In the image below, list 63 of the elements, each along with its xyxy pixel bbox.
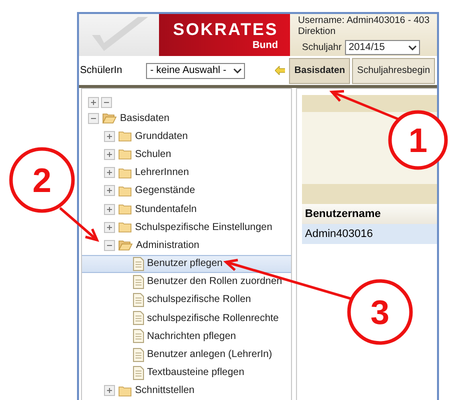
brand-title: SOKRATES <box>173 19 278 40</box>
folder-icon <box>118 166 132 179</box>
document-icon <box>133 256 144 271</box>
tree-item[interactable]: Benutzer den Rollen zuordnen <box>82 272 291 291</box>
document-icon <box>133 366 144 380</box>
tree-item[interactable]: schulspezifische Rollenrechte <box>82 309 291 328</box>
callout-marker: 2 <box>9 147 75 213</box>
tree-item[interactable]: schulspezifische Rollen <box>82 290 291 310</box>
expand-icon[interactable] <box>104 185 115 196</box>
tree-item[interactable]: Basisdaten <box>82 109 291 128</box>
tree-item[interactable]: Schulspezifische Einstellungen <box>82 218 291 236</box>
open-folder-icon <box>118 239 133 252</box>
expand-icon[interactable] <box>104 204 115 215</box>
username-text: Username: Admin403016 - 403 <box>298 15 430 26</box>
expand-all-icon[interactable] <box>88 96 99 108</box>
tree-item[interactable]: Nachrichten pflegen <box>82 327 291 346</box>
callout-arrow <box>59 207 100 242</box>
folder-icon <box>118 221 132 234</box>
folder-icon <box>118 130 132 142</box>
folder-icon <box>118 384 132 397</box>
role-text: Direktion <box>298 26 336 37</box>
expand-icon[interactable] <box>104 130 115 142</box>
chevron-down-icon <box>408 44 417 50</box>
brand-subtitle: Bund <box>251 40 278 51</box>
expand-icon[interactable] <box>104 222 115 233</box>
school-year-label: Schuljahr <box>302 42 342 53</box>
tree-item[interactable]: Grunddaten <box>82 127 291 146</box>
nav-tab[interactable]: Basisdaten <box>289 58 350 84</box>
expand-icon[interactable] <box>104 148 115 160</box>
student-select[interactable]: - keine Auswahl - <box>146 62 245 78</box>
folder-icon <box>118 184 132 197</box>
expand-icon[interactable] <box>104 385 115 396</box>
nav-tab[interactable]: Schuljahresbegin <box>352 58 435 84</box>
tree-item[interactable]: Benutzer anlegen (LehrerIn) <box>82 345 291 364</box>
document-icon <box>133 348 144 362</box>
document-icon <box>133 311 144 326</box>
document-icon <box>133 292 144 307</box>
callout-marker: 3 <box>347 279 413 345</box>
school-year-select[interactable]: 2014/15 <box>344 40 420 55</box>
folder-icon <box>118 203 132 216</box>
tree-item[interactable]: Schulen <box>82 145 291 164</box>
tree-item[interactable]: Administration <box>82 236 291 254</box>
tree-item[interactable]: Stundentafeln <box>82 200 291 218</box>
tree-item[interactable]: Benutzer pflegen <box>82 254 291 273</box>
chevron-down-icon <box>232 68 242 74</box>
column-header: Benutzername <box>302 204 437 224</box>
folder-icon <box>118 148 132 160</box>
open-folder-icon <box>102 112 117 124</box>
back-arrow-icon[interactable] <box>274 66 286 75</box>
document-icon <box>133 274 144 289</box>
tree-item[interactable]: Textbausteine pflegen <box>82 364 291 382</box>
callout-arrow <box>329 90 398 120</box>
table-cell[interactable]: Admin403016 <box>302 224 437 244</box>
collapse-all-icon[interactable] <box>101 96 112 108</box>
collapse-icon[interactable] <box>88 112 99 124</box>
collapse-icon[interactable] <box>104 240 115 251</box>
tree-item[interactable]: LehrerInnen <box>82 164 291 182</box>
document-icon <box>133 329 144 344</box>
student-label: SchülerIn <box>80 65 124 76</box>
tree-item[interactable]: Gegenstände <box>82 182 291 200</box>
callout-marker: 1 <box>388 110 448 170</box>
tree-item[interactable]: Schnittstellen <box>82 382 291 400</box>
expand-icon[interactable] <box>104 167 115 178</box>
